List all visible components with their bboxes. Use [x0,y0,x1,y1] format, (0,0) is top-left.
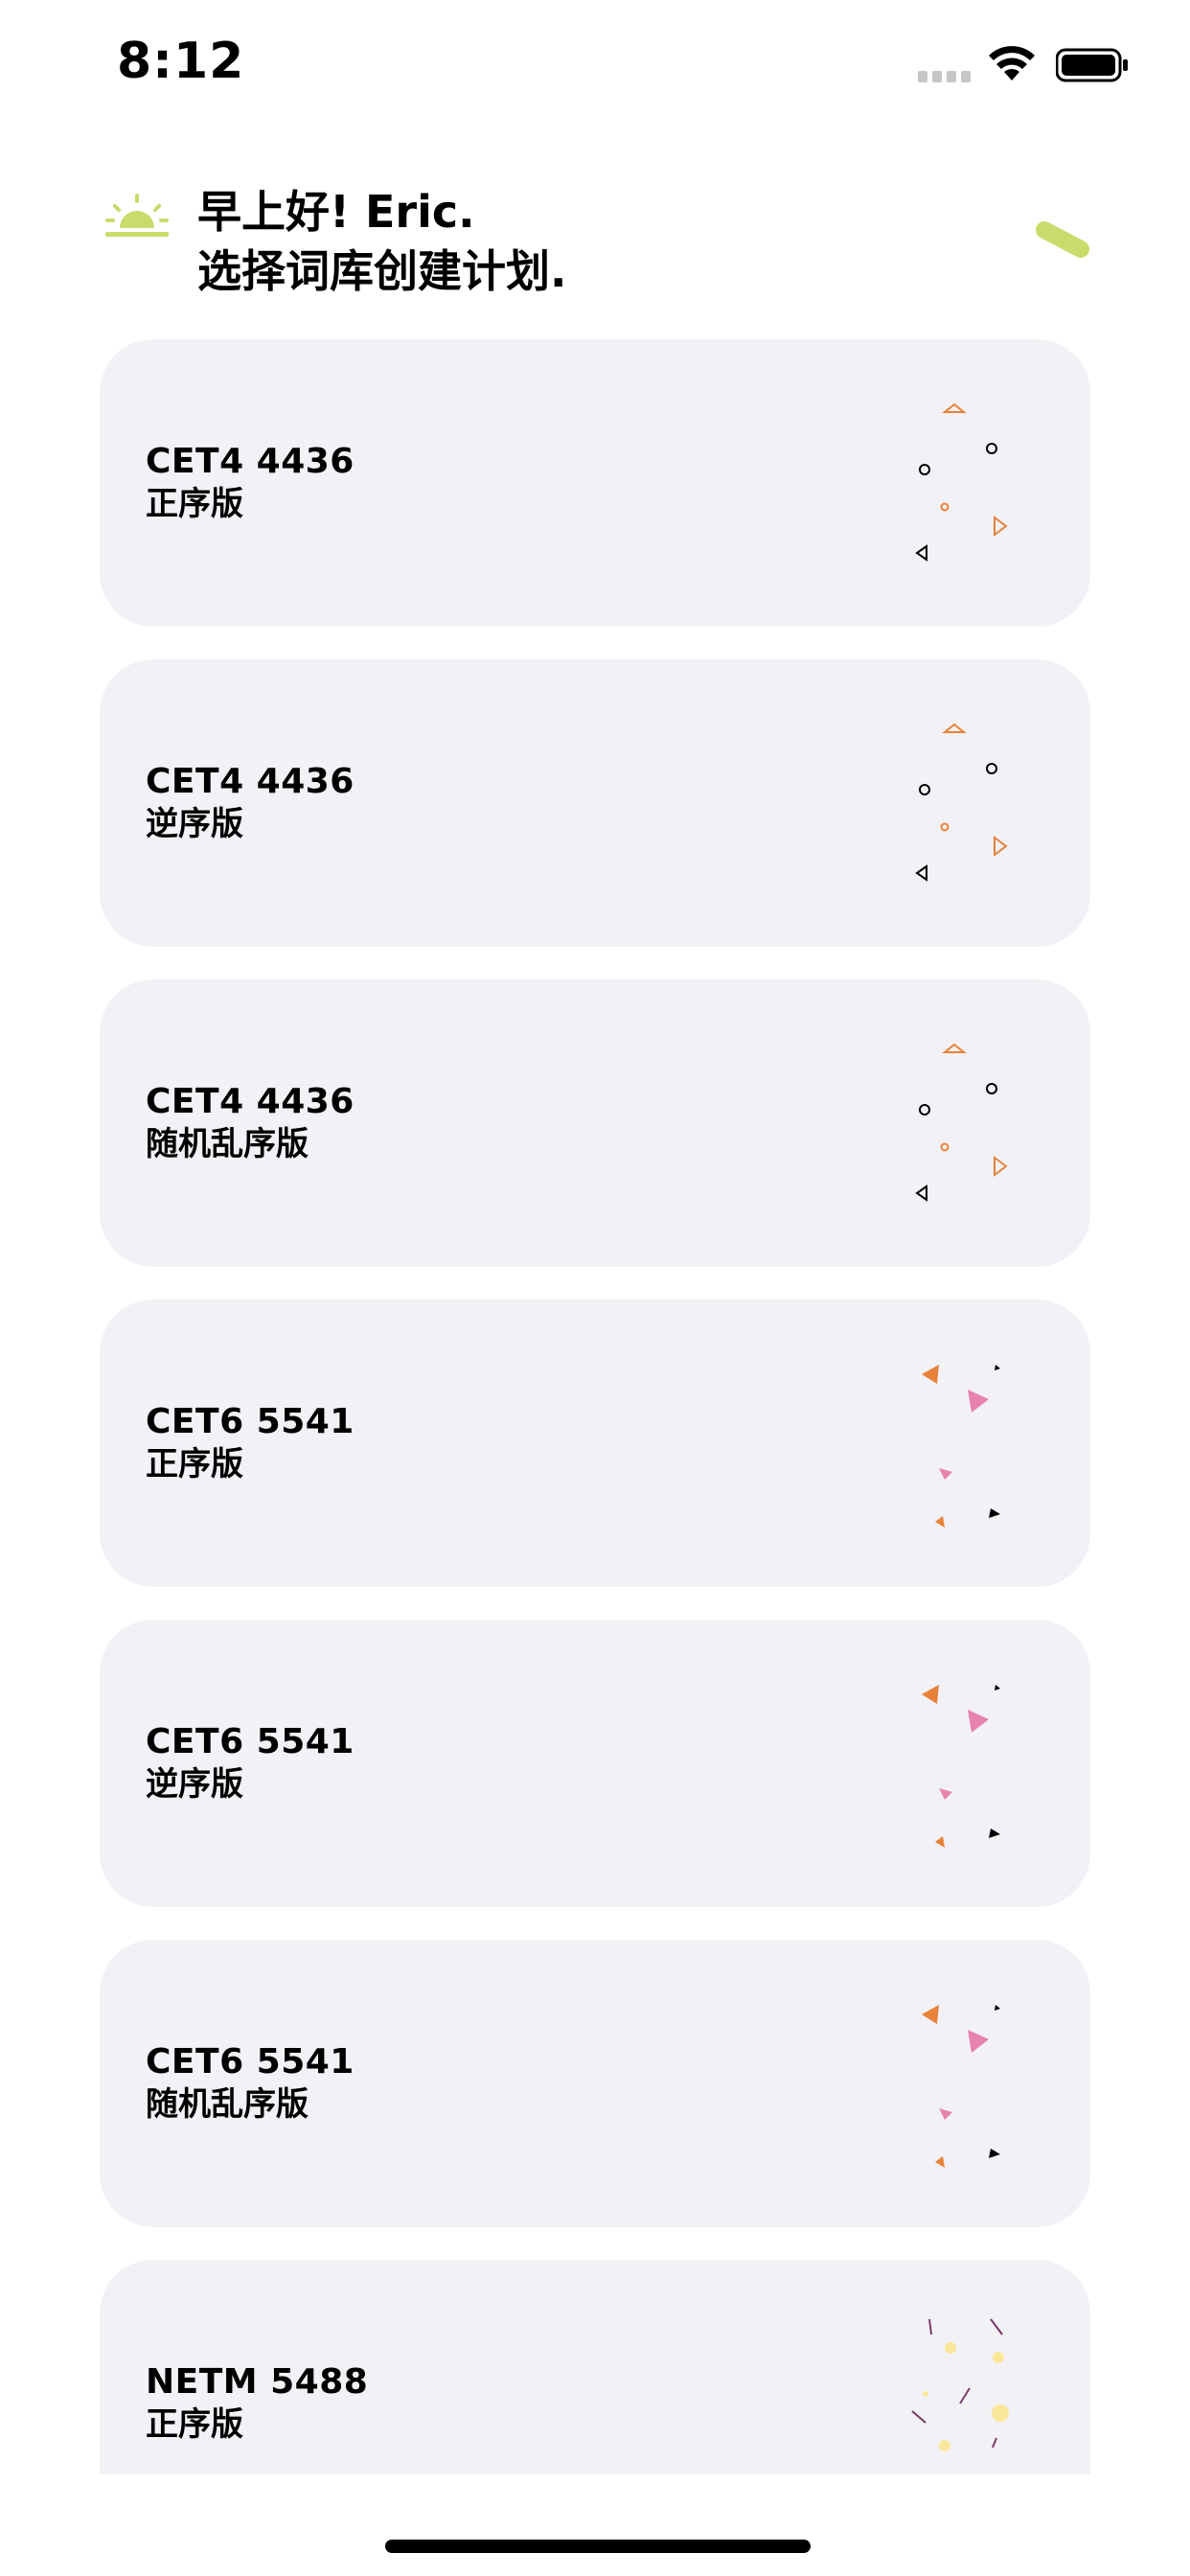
card-title: CET4 4436 [146,442,355,481]
wordbook-card-cet6-reverse[interactable]: CET6 5541 逆序版 [100,1620,1090,1907]
card-subtitle: 正序版 [146,485,243,523]
wordbook-card-list[interactable]: CET4 4436 正序版 CET4 4436 逆序版 CET4 4436 随机… [100,339,1090,2474]
status-time: 8:12 [117,33,245,90]
wordbook-card-cet4-forward[interactable]: CET4 4436 正序版 [100,339,1090,627]
greeting-text: 早上好! Eric. 选择词库创建计划. [197,182,566,301]
card-title: NETM 5488 [146,2362,369,2402]
status-bar: 8:12 [0,0,1190,134]
card-subtitle: 正序版 [146,2405,243,2444]
wordbook-card-cet4-random[interactable]: CET4 4436 随机乱序版 [100,979,1090,1267]
filled-triangles-decoration-icon [922,1685,1000,1848]
card-subtitle: 随机乱序版 [146,1125,309,1163]
outline-shapes-decoration-icon [915,1043,1008,1202]
outline-shapes-decoration-icon [915,402,1008,562]
wifi-icon [989,46,1035,80]
dots-and-lines-decoration-icon [911,2318,1009,2451]
pill-icon[interactable] [1035,220,1092,259]
card-title: CET4 4436 [146,762,355,801]
card-title: CET6 5541 [146,1722,355,1761]
wordbook-card-cet6-forward[interactable]: CET6 5541 正序版 [100,1300,1090,1587]
filled-triangles-decoration-icon [922,1365,1000,1528]
greeting-line-2: 选择词库创建计划. [197,245,567,297]
home-indicator[interactable] [385,2540,811,2553]
card-subtitle: 随机乱序版 [146,2085,309,2124]
wordbook-card-cet6-random[interactable]: CET6 5541 随机乱序版 [100,1940,1090,2227]
outline-shapes-decoration-icon [915,723,1008,882]
wordbook-card-cet4-reverse[interactable]: CET4 4436 逆序版 [100,659,1090,947]
card-subtitle: 正序版 [146,1445,243,1484]
wordbook-card-netm-forward[interactable]: NETM 5488 正序版 [100,2260,1090,2474]
card-subtitle: 逆序版 [146,1765,243,1804]
filled-triangles-decoration-icon [922,2005,1000,2168]
card-title: CET6 5541 [146,1402,355,1441]
sun-icon [105,194,169,237]
card-subtitle: 逆序版 [146,805,243,843]
greeting-line-1: 早上好! Eric. [197,186,475,238]
greeting-header: 早上好! Eric. 选择词库创建计划. [0,172,1190,316]
card-title: CET4 4436 [146,1082,355,1121]
cellular-signal-icon [918,71,972,84]
card-title: CET6 5541 [146,2042,355,2082]
battery-icon [1056,48,1128,82]
